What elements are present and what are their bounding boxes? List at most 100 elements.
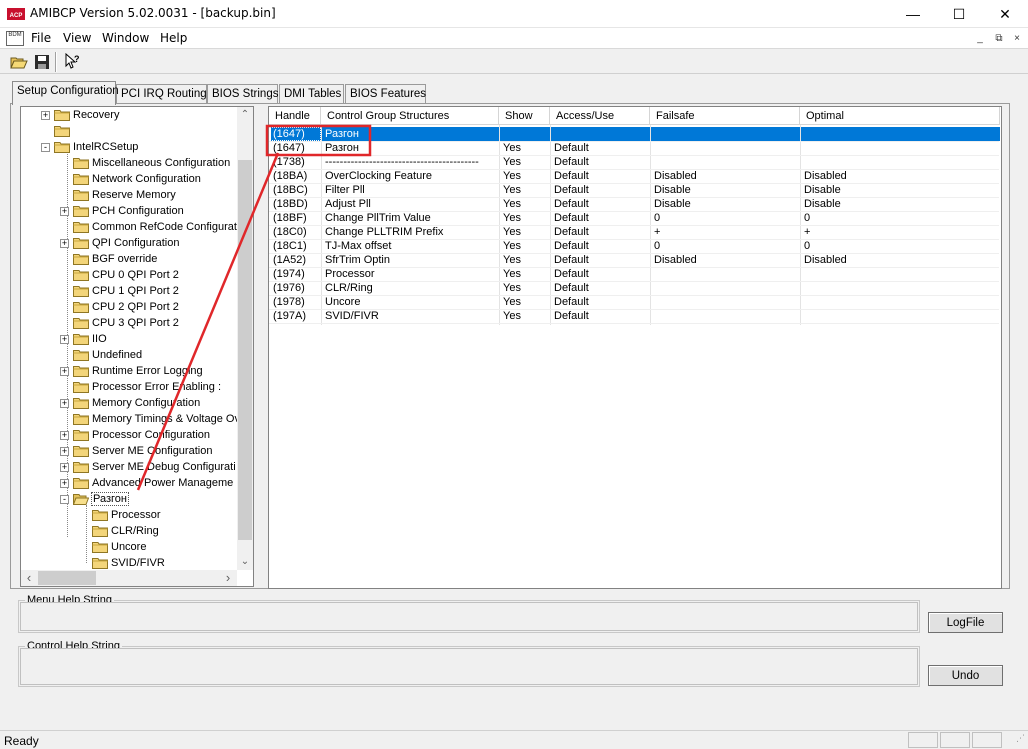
grid-cell[interactable]: (197A) xyxy=(269,309,321,323)
grid-cell[interactable]: Default xyxy=(550,155,650,169)
grid-cell[interactable]: 0 xyxy=(800,239,1000,253)
grid-cell[interactable] xyxy=(650,295,800,309)
grid-cell[interactable]: Yes xyxy=(499,211,550,225)
grid-cell[interactable]: Disable xyxy=(800,197,1000,211)
grid-cell[interactable] xyxy=(499,127,550,141)
tree-item[interactable]: + Recovery xyxy=(41,107,119,123)
grid-cell[interactable]: Default xyxy=(550,267,650,281)
grid-cell[interactable]: Disabled xyxy=(650,253,800,267)
grid-cell[interactable]: Yes xyxy=(499,197,550,211)
tree-item[interactable]: Undefined xyxy=(73,347,142,363)
expand-icon[interactable]: + xyxy=(60,430,69,440)
grid-cell[interactable]: Processor xyxy=(321,267,499,281)
grid-cell[interactable]: Default xyxy=(550,169,650,183)
expand-icon[interactable]: + xyxy=(60,334,69,344)
column-header[interactable]: Control Group Structures xyxy=(321,107,499,125)
grid-cell[interactable] xyxy=(800,127,1000,141)
scroll-left-icon[interactable]: ‹ xyxy=(21,570,37,586)
tree-item[interactable] xyxy=(54,123,73,139)
tree-item[interactable]: CPU 2 QPI Port 2 xyxy=(73,299,179,315)
grid-cell[interactable]: (18BF) xyxy=(269,211,321,225)
grid-cell[interactable]: Default xyxy=(550,141,650,155)
grid-cell[interactable] xyxy=(650,155,800,169)
tree-item[interactable]: CPU 0 QPI Port 2 xyxy=(73,267,179,283)
collapse-icon[interactable]: - xyxy=(60,494,69,504)
grid-cell[interactable] xyxy=(800,281,1000,295)
logfile-button[interactable]: LogFile xyxy=(928,612,1003,633)
scroll-up-icon[interactable]: ⌃ xyxy=(237,107,253,123)
grid-cell[interactable]: Yes xyxy=(499,155,550,169)
tree-item[interactable]: + Server ME Configuration xyxy=(60,443,212,459)
grid-cell[interactable]: ----------------------------------------… xyxy=(321,155,499,169)
tree-horizontal-thumb[interactable] xyxy=(38,571,96,585)
undo-button[interactable]: Undo xyxy=(928,665,1003,686)
grid-cell[interactable]: Yes xyxy=(499,225,550,239)
menu-file[interactable]: File xyxy=(31,31,51,45)
grid-cell[interactable]: (1976) xyxy=(269,281,321,295)
menu-view[interactable]: View xyxy=(63,31,91,45)
grid-cell[interactable]: Yes xyxy=(499,141,550,155)
expand-icon[interactable]: + xyxy=(60,238,69,248)
grid-cell[interactable]: TJ-Max offset xyxy=(321,239,499,253)
tree-item[interactable]: CPU 3 QPI Port 2 xyxy=(73,315,179,331)
tree-item[interactable]: + Server ME Debug Configurati xyxy=(60,459,236,475)
grid-cell[interactable] xyxy=(800,155,1000,169)
grid-cell[interactable] xyxy=(650,141,800,155)
tab-dmi-tables[interactable]: DMI Tables xyxy=(279,84,344,104)
expand-icon[interactable]: + xyxy=(60,398,69,408)
context-help-button[interactable]: ? xyxy=(61,52,81,72)
maximize-button[interactable]: ☐ xyxy=(936,0,982,28)
mdi-close-button[interactable]: × xyxy=(1009,32,1025,46)
tree-item[interactable]: - IntelRCSetup xyxy=(41,139,138,155)
grid-cell[interactable]: (18BD) xyxy=(269,197,321,211)
grid-cell[interactable]: Adjust Pll xyxy=(321,197,499,211)
grid-cell[interactable]: Default xyxy=(550,197,650,211)
grid-cell[interactable]: Uncore xyxy=(321,295,499,309)
tree-item[interactable]: Network Configuration xyxy=(73,171,201,187)
grid-cell[interactable]: Default xyxy=(550,239,650,253)
expand-icon[interactable]: + xyxy=(60,366,69,376)
tree-item[interactable]: Processor xyxy=(92,507,161,523)
grid-cell[interactable]: (18C1) xyxy=(269,239,321,253)
grid-cell[interactable]: CLR/Ring xyxy=(321,281,499,295)
grid-cell[interactable]: Default xyxy=(550,281,650,295)
column-header[interactable]: Access/Use xyxy=(550,107,650,125)
column-header[interactable]: Optimal xyxy=(800,107,1000,125)
tree-item[interactable]: + Processor Configuration xyxy=(60,427,210,443)
grid-cell[interactable]: Disabled xyxy=(800,169,1000,183)
grid-cell[interactable]: Разгон xyxy=(321,127,499,141)
tab-bios-strings[interactable]: BIOS Strings xyxy=(207,84,278,104)
grid-cell[interactable]: Default xyxy=(550,295,650,309)
grid-cell[interactable]: Change PllTrim Value xyxy=(321,211,499,225)
tree-item[interactable]: CPU 1 QPI Port 2 xyxy=(73,283,179,299)
grid-cell[interactable]: Disabled xyxy=(800,253,1000,267)
grid-cell[interactable]: SVID/FIVR xyxy=(321,309,499,323)
grid-cell[interactable]: Разгон xyxy=(321,141,499,155)
grid-cell[interactable]: Yes xyxy=(499,281,550,295)
grid-cell[interactable]: Default xyxy=(550,309,650,323)
save-button[interactable] xyxy=(32,52,52,72)
grid-cell[interactable]: (18BC) xyxy=(269,183,321,197)
grid-cell[interactable] xyxy=(650,127,800,141)
expand-icon[interactable]: + xyxy=(60,206,69,216)
tab-bios-features[interactable]: BIOS Features xyxy=(345,84,426,104)
mdi-restore-button[interactable]: ⧉ xyxy=(991,32,1007,46)
tree-item[interactable]: + Memory Configuration xyxy=(60,395,200,411)
grid-cell[interactable]: (1738) xyxy=(269,155,321,169)
tab-pci-irq-routing[interactable]: PCI IRQ Routing xyxy=(116,84,207,104)
grid-cell[interactable]: Default xyxy=(550,211,650,225)
tree-item[interactable]: + Runtime Error Logging xyxy=(60,363,203,379)
setup-tree[interactable]: + Recovery - IntelRCSetup Miscellaneous Conf… xyxy=(20,106,254,587)
tree-item[interactable]: Memory Timings & Voltage Ov xyxy=(73,411,240,427)
expand-icon[interactable]: + xyxy=(60,478,69,488)
control-grid[interactable]: Handle Control Group Structures Show Access… xyxy=(268,106,1002,589)
grid-cell[interactable] xyxy=(800,309,1000,323)
grid-cell[interactable]: Default xyxy=(550,183,650,197)
tree-item[interactable]: + IIO xyxy=(60,331,107,347)
tree-vertical-thumb[interactable] xyxy=(238,160,252,540)
grid-cell[interactable]: (18C0) xyxy=(269,225,321,239)
grid-cell[interactable] xyxy=(650,309,800,323)
scroll-right-icon[interactable]: › xyxy=(220,570,236,586)
tree-item[interactable]: Uncore xyxy=(92,539,146,555)
grid-cell[interactable] xyxy=(800,295,1000,309)
